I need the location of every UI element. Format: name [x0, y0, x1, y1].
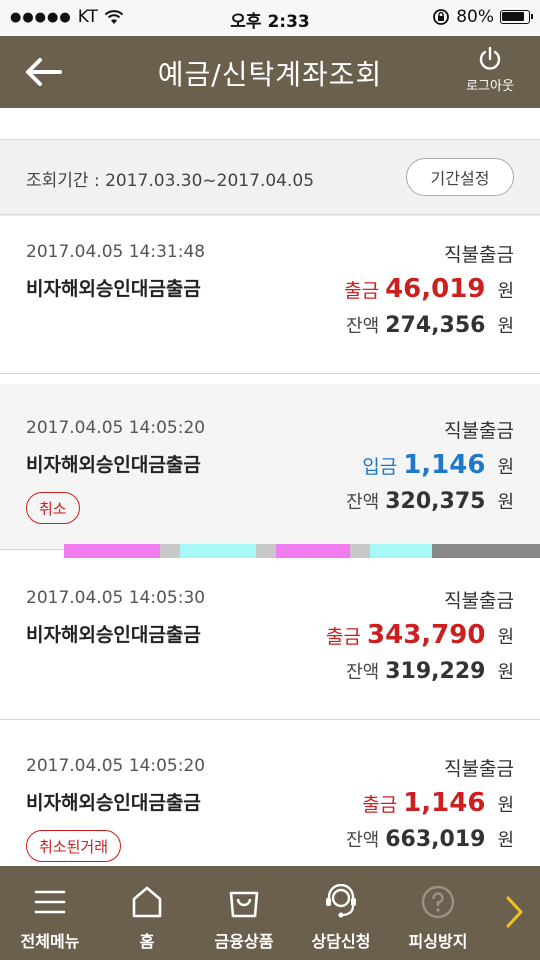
txn-balance-label: 잔액 — [346, 492, 380, 513]
tab-products[interactable]: 금융상품 — [196, 882, 292, 952]
txn-amount-type: 입금 — [362, 456, 398, 478]
txn-balance-label: 잔액 — [346, 662, 380, 683]
txn-kind: 직불출금 — [444, 758, 514, 780]
tab-label: 금융상품 — [214, 932, 274, 951]
txn-datetime: 2017.04.05 14:05:20 — [26, 418, 206, 438]
battery-percent: 80% — [456, 7, 494, 27]
home-icon — [132, 886, 162, 918]
tab-all-menu[interactable]: 전체메뉴 — [2, 882, 98, 952]
battery-icon — [500, 10, 533, 24]
txn-amount: 출금 343,790 원 — [326, 620, 514, 650]
txn-balance-unit: 원 — [497, 492, 514, 513]
list-item[interactable]: 2017.04.05 14:31:48 직불출금 비자해외승인대금출금 출금 4… — [0, 216, 540, 374]
tab-anti-phishing[interactable]: 피싱방지 — [390, 882, 486, 952]
txn-amount-value: 46,019 — [385, 274, 486, 304]
logout-button[interactable]: 로그아웃 — [458, 46, 522, 94]
list-item[interactable]: 2017.04.05 14:05:20 직불출금 비자해외승인대금출금 출금 1… — [0, 722, 540, 866]
txn-amount-unit: 원 — [497, 457, 514, 478]
list-item[interactable]: 2017.04.05 14:05:20 직불출금 비자해외승인대금출금 입금 1… — [0, 384, 540, 550]
txn-balance-label: 잔액 — [346, 830, 380, 851]
txn-amount-type: 출금 — [326, 626, 362, 648]
txn-balance: 잔액 320,375 원 — [346, 488, 514, 514]
txn-balance: 잔액 663,019 원 — [346, 826, 514, 852]
render-glitch — [64, 544, 540, 558]
cancelled-transaction-badge: 취소된거래 — [26, 830, 122, 862]
logout-label: 로그아웃 — [466, 79, 514, 94]
transaction-list[interactable]: 2017.04.05 14:31:48 직불출금 비자해외승인대금출금 출금 4… — [0, 216, 540, 866]
period-label: 조회기간 : 2017.03.30~2017.04.05 — [26, 171, 315, 191]
txn-description: 비자해외승인대금출금 — [26, 278, 201, 300]
tab-home[interactable]: 홈 — [99, 882, 195, 952]
txn-kind: 직불출금 — [444, 420, 514, 442]
txn-kind: 직불출금 — [444, 590, 514, 612]
txn-amount-value: 343,790 — [367, 620, 486, 650]
period-bar: 조회기간 : 2017.03.30~2017.04.05 기간설정 — [0, 141, 540, 215]
txn-amount-type: 출금 — [344, 280, 380, 302]
shopping-bag-icon — [229, 891, 259, 918]
txn-balance: 잔액 319,229 원 — [346, 658, 514, 684]
txn-kind: 직불출금 — [444, 244, 514, 266]
txn-amount-type: 출금 — [362, 794, 398, 816]
txn-balance: 잔액 274,356 원 — [346, 312, 514, 338]
txn-datetime: 2017.04.05 14:05:30 — [26, 588, 206, 608]
txn-amount-value: 1,146 — [403, 788, 486, 818]
question-circle-icon — [421, 885, 455, 919]
cancel-badge: 취소 — [26, 492, 80, 524]
txn-amount-value: 1,146 — [403, 450, 486, 480]
txn-balance-unit: 원 — [497, 662, 514, 683]
header-spacer — [0, 108, 540, 140]
txn-description: 비자해외승인대금출금 — [26, 792, 201, 814]
txn-balance-value: 663,019 — [385, 827, 486, 852]
bottom-tab-bar: 전체메뉴 홈 금융상품 상담신청 피싱방지 — [0, 866, 540, 960]
txn-datetime: 2017.04.05 14:31:48 — [26, 242, 206, 262]
tab-label: 상담신청 — [311, 932, 371, 951]
rotation-lock-icon — [433, 9, 450, 25]
headset-icon — [326, 884, 356, 918]
txn-balance-label: 잔액 — [346, 316, 380, 337]
txn-datetime: 2017.04.05 14:05:20 — [26, 756, 206, 776]
txn-amount-unit: 원 — [497, 281, 514, 302]
tab-label: 홈 — [139, 932, 155, 951]
period-setting-button[interactable]: 기간설정 — [406, 158, 514, 196]
chevron-right-icon[interactable] — [502, 894, 526, 930]
tab-label: 전체메뉴 — [20, 932, 80, 951]
tab-consult[interactable]: 상담신청 — [293, 882, 389, 952]
app-header: 예금/신탁계좌조회 로그아웃 — [0, 36, 540, 108]
tab-label: 피싱방지 — [408, 932, 468, 951]
txn-amount: 입금 1,146 원 — [362, 450, 514, 480]
txn-amount: 출금 1,146 원 — [362, 788, 514, 818]
txn-balance-unit: 원 — [497, 830, 514, 851]
txn-balance-unit: 원 — [497, 316, 514, 337]
txn-balance-value: 319,229 — [385, 659, 486, 684]
txn-amount-unit: 원 — [497, 627, 514, 648]
txn-balance-value: 274,356 — [385, 313, 486, 338]
power-icon — [479, 46, 501, 70]
list-item[interactable]: 2017.04.05 14:05:30 직불출금 비자해외승인대금출금 출금 3… — [0, 554, 540, 720]
txn-amount-unit: 원 — [497, 795, 514, 816]
txn-balance-value: 320,375 — [385, 489, 486, 514]
txn-description: 비자해외승인대금출금 — [26, 624, 201, 646]
hamburger-icon — [34, 890, 66, 914]
status-bar: ●●●●● KT 오후 2:33 80% — [0, 0, 540, 36]
txn-description: 비자해외승인대금출금 — [26, 454, 201, 476]
txn-amount: 출금 46,019 원 — [344, 274, 514, 304]
